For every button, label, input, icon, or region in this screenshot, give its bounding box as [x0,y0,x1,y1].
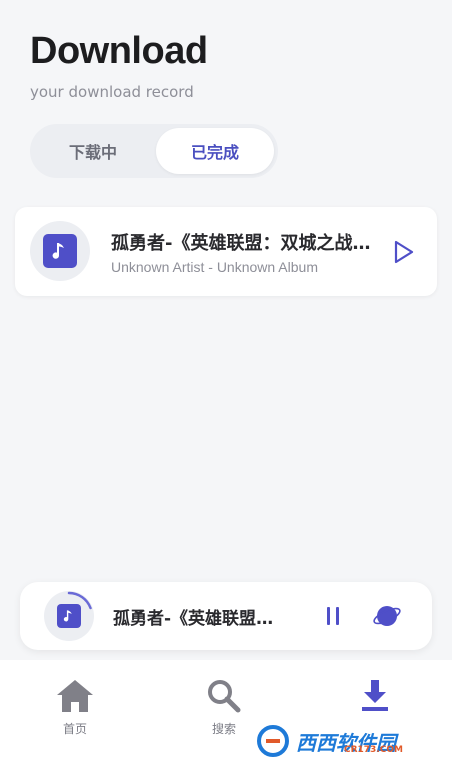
pause-icon[interactable] [322,604,344,628]
search-icon [208,680,241,713]
watermark-logo: 西西软件园 CR173.COM [252,722,432,760]
track-title: 孤勇者-《英雄联盟：双城之战》动画剧集中文主题曲 [111,233,381,254]
play-icon[interactable] [389,238,417,266]
track-cover [30,221,90,281]
tab-completed[interactable]: 已完成 [156,128,274,174]
track-meta: Unknown Artist - Unknown Album [111,259,318,275]
watermark-sub: CR173.COM [344,745,403,755]
watermark-icon [257,725,289,757]
download-list-item[interactable]: 孤勇者-《英雄联盟：双城之战》动画剧集中文主题曲 Unknown Artist … [15,207,437,296]
nav-item-home[interactable]: 首页 [35,678,115,737]
nav-label-search: 搜索 [211,722,236,736]
download-tabs: 下载中 已完成 [30,124,278,178]
mini-player-title: 孤勇者-《英雄联盟：双城之战》动画剧集中文主题曲 [113,609,281,629]
tab-downloading[interactable]: 下载中 [34,128,152,174]
planet-icon[interactable] [372,601,402,631]
page-subtitle: your download record [30,83,194,101]
home-icon [57,680,93,712]
nav-label-home: 首页 [62,722,87,736]
download-icon [362,680,388,711]
music-note-icon [43,234,77,268]
page-title: Download [30,30,208,72]
playback-progress-ring [67,591,92,610]
mini-player[interactable]: 孤勇者-《英雄联盟：双城之战》动画剧集中文主题曲 [20,582,432,650]
